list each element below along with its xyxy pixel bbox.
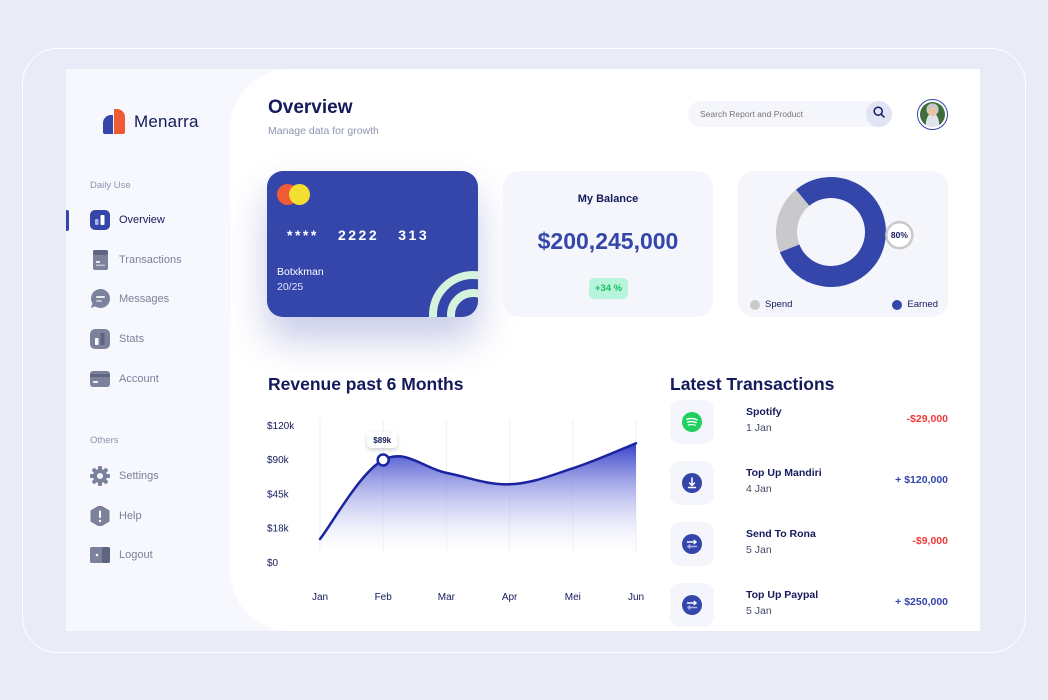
transaction-icon-box [670, 522, 714, 566]
transaction-date: 1 Jan [746, 422, 772, 434]
download-icon [682, 473, 702, 493]
transaction-date: 5 Jan [746, 544, 772, 556]
y-tick-label: $90k [267, 455, 290, 466]
x-tick-label: Mar [438, 592, 456, 603]
spotify-icon [682, 412, 702, 432]
section-label-others: Others [90, 435, 119, 446]
sidebar-item-label: Settings [119, 470, 159, 482]
transaction-row[interactable]: Top Up Mandiri 4 Jan + $120,000 [670, 461, 970, 507]
logout-icon [90, 545, 110, 565]
transfer-icon [682, 595, 702, 615]
transaction-amount: + $120,000 [895, 474, 948, 486]
sidebar-item-messages[interactable]: Messages [90, 289, 169, 309]
y-tick-label: $120k [267, 421, 295, 432]
active-indicator [66, 210, 69, 231]
donut-percent-label: 80% [891, 230, 908, 240]
transaction-row[interactable]: Top Up Paypal 5 Jan + $250,000 [670, 583, 970, 629]
sidebar-item-label: Account [119, 373, 159, 385]
transaction-icon-box [670, 583, 714, 627]
legend-spend: Spend [750, 299, 792, 310]
logo[interactable]: Menarra [103, 109, 199, 134]
y-tick-label: $45k [267, 489, 290, 500]
account-icon [90, 369, 110, 389]
search-button[interactable] [866, 101, 892, 127]
x-tick-label: Feb [375, 592, 393, 603]
legend-dot-earned [892, 299, 903, 310]
x-tick-label: Jun [628, 592, 644, 603]
overview-icon [90, 210, 110, 230]
transactions-title: Latest Transactions [670, 374, 835, 394]
legend-label: Spend [765, 299, 793, 310]
sidebar-item-logout[interactable]: Logout [90, 545, 153, 565]
y-tick-label: $0 [267, 558, 279, 569]
logo-icon [103, 109, 125, 134]
legend-label: Earned [907, 299, 938, 310]
transfer-icon [682, 534, 702, 554]
transaction-name: Send To Rona [746, 528, 816, 540]
search-input[interactable] [688, 101, 858, 127]
x-tick-label: Mei [565, 592, 581, 603]
search-icon [873, 105, 885, 123]
transaction-name: Top Up Mandiri [746, 467, 822, 479]
transaction-name: Top Up Paypal [746, 589, 819, 601]
transaction-date: 5 Jan [746, 605, 772, 617]
section-label-daily-use: Daily Use [90, 180, 131, 191]
x-tick-label: Apr [502, 592, 518, 603]
revenue-area [320, 443, 636, 552]
sidebar-item-account[interactable]: Account [90, 369, 159, 389]
gear-icon [90, 466, 110, 486]
sidebar-item-help[interactable]: Help [90, 506, 142, 526]
sidebar-item-label: Transactions [119, 254, 182, 266]
revenue-chart: $120k $90k $45k $18k $0 Jan Feb Mar Apr Mei Jun $… [267, 419, 644, 603]
avatar-photo [920, 102, 945, 127]
y-tick-label: $18k [267, 524, 290, 535]
transaction-icon-box [670, 461, 714, 505]
brand-name: Menarra [134, 111, 199, 131]
transaction-date: 4 Jan [746, 483, 772, 495]
data-point-highlight[interactable] [376, 453, 390, 467]
earnings-donut-card: 80% Spend Earned [738, 171, 948, 317]
sidebar-item-label: Messages [119, 293, 170, 305]
transaction-row[interactable]: Spotify 1 Jan -$29,000 [670, 400, 970, 446]
transaction-icon-box [670, 400, 714, 444]
x-tick-label: Jan [312, 592, 328, 603]
donut-chart: 80% [776, 177, 914, 287]
user-avatar[interactable] [917, 99, 948, 130]
tooltip-label: $89k [373, 436, 391, 445]
transaction-amount: -$9,000 [912, 535, 948, 547]
sidebar-item-stats[interactable]: Stats [90, 329, 144, 349]
search-bar [688, 101, 892, 127]
legend-earned: Earned [892, 299, 938, 310]
sidebar-item-label: Logout [119, 549, 153, 561]
transaction-amount: + $250,000 [895, 596, 948, 608]
stats-icon [90, 329, 110, 349]
sidebar-item-label: Stats [119, 333, 145, 345]
sidebar-item-label: Overview [119, 214, 165, 226]
transaction-row[interactable]: Send To Rona 5 Jan -$9,000 [670, 522, 970, 568]
main-content: Overview Manage data for growth **** 222… [230, 69, 980, 631]
sidebar-item-label: Help [119, 510, 142, 522]
sidebar-item-transactions[interactable]: Transactions [90, 250, 182, 270]
transaction-name: Spotify [746, 406, 782, 418]
sidebar-item-settings[interactable]: Settings [90, 466, 159, 486]
transactions-icon [90, 250, 110, 270]
transaction-amount: -$29,000 [906, 413, 948, 425]
legend-dot-spend [750, 299, 760, 310]
dashboard-panel: Menarra Daily Use Overview Transactions … [66, 69, 980, 631]
sidebar-item-overview[interactable]: Overview [90, 210, 165, 230]
messages-icon [90, 289, 110, 309]
help-icon [90, 506, 110, 526]
sidebar: Menarra Daily Use Overview Transactions … [66, 69, 232, 631]
